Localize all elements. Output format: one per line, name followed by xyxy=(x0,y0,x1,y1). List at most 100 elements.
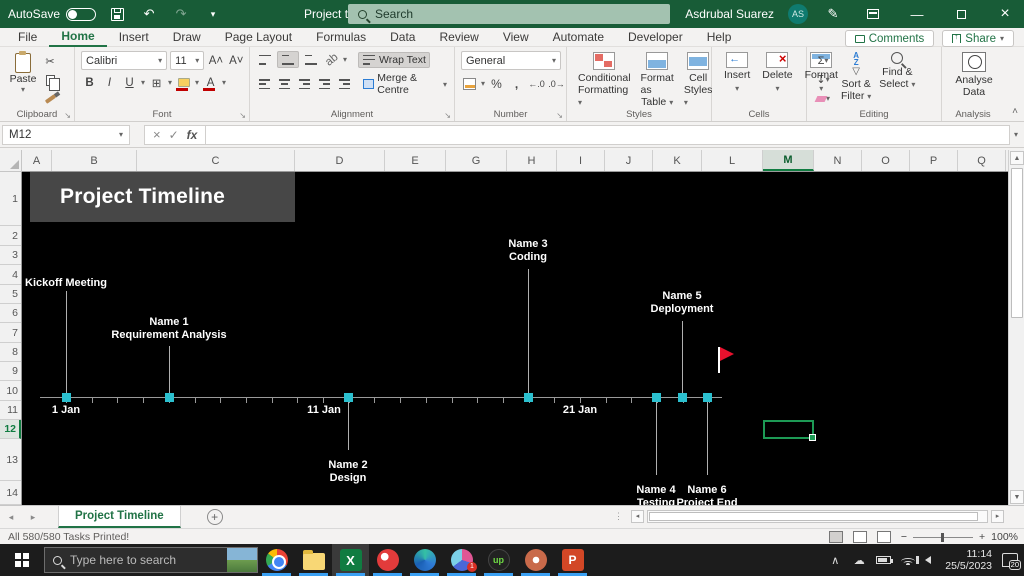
milestone-marker[interactable] xyxy=(62,393,71,402)
collapse-ribbon-icon[interactable]: ˄ xyxy=(1012,106,1018,117)
name-box[interactable]: M12 ▾ xyxy=(2,125,130,145)
column-header-N[interactable]: N xyxy=(814,150,862,171)
row-header-13[interactable]: 13 xyxy=(0,439,21,481)
row-header-6[interactable]: 6 xyxy=(0,304,21,323)
ribbon-tab-review[interactable]: Review xyxy=(427,28,490,46)
milestone-marker[interactable] xyxy=(678,393,687,402)
fill-color-button[interactable] xyxy=(175,74,192,91)
analyse-data-button[interactable]: Analyse Data xyxy=(948,51,1000,98)
grow-font-button[interactable]: A˄ xyxy=(207,52,224,69)
borders-button[interactable]: ⊞ xyxy=(148,74,165,91)
zoom-slider[interactable] xyxy=(913,537,973,538)
column-header-K[interactable]: K xyxy=(653,150,702,171)
align-bottom-button[interactable] xyxy=(302,51,320,68)
row-header-1[interactable]: 1 xyxy=(0,172,21,226)
underline-chevron-icon[interactable]: ▾ xyxy=(141,78,145,87)
ribbon-display-options-button[interactable] xyxy=(858,0,888,28)
sort-filter-button[interactable]: AZ▽ Sort & Filter ▾ xyxy=(837,52,875,103)
horizontal-scrollbar[interactable]: ⋮ ◂ ▸ xyxy=(614,509,1004,523)
ribbon-tab-data[interactable]: Data xyxy=(378,28,427,46)
font-size-combobox[interactable]: 11▾ xyxy=(170,51,204,70)
align-middle-button[interactable] xyxy=(277,51,299,68)
battery-icon[interactable] xyxy=(876,556,891,564)
row-header-10[interactable]: 10 xyxy=(0,381,21,401)
row-header-8[interactable]: 8 xyxy=(0,343,21,362)
taskbar-app-upwork[interactable]: up xyxy=(480,544,517,576)
user-name[interactable]: Asdrubal Suarez xyxy=(685,7,774,21)
pen-mode-icon[interactable]: ✎ xyxy=(822,3,844,25)
insert-cells-button[interactable]: Insert ▾ xyxy=(718,52,756,95)
dialog-launcher-icon[interactable]: ↘ xyxy=(239,111,246,120)
column-header-B[interactable]: B xyxy=(52,150,137,171)
sheet-nav-left-icon[interactable]: ◂ xyxy=(0,512,22,523)
onedrive-cloud-icon[interactable]: ☁ xyxy=(852,554,866,567)
row-header-12[interactable]: 12 xyxy=(0,420,21,439)
ribbon-tab-view[interactable]: View xyxy=(491,28,541,46)
font-color-chevron-icon[interactable]: ▾ xyxy=(222,78,226,87)
scrollbar-splitter[interactable]: ⋮ xyxy=(614,511,624,522)
ribbon-tab-formulas[interactable]: Formulas xyxy=(304,28,378,46)
taskbar-app-excel[interactable]: X xyxy=(332,544,369,576)
row-header-14[interactable]: 14 xyxy=(0,481,21,505)
align-top-button[interactable] xyxy=(256,51,274,68)
page-layout-view-button[interactable] xyxy=(853,531,867,543)
format-painter-button[interactable] xyxy=(40,90,60,107)
accounting-format-button[interactable] xyxy=(461,75,478,92)
merge-centre-button[interactable]: Merge & Centre ▾ xyxy=(360,71,450,97)
underline-button[interactable]: U xyxy=(121,74,138,91)
clear-button[interactable]: ▾ xyxy=(813,90,833,107)
scroll-down-icon[interactable]: ▼ xyxy=(1010,490,1024,504)
minimize-button[interactable]: — xyxy=(902,0,932,28)
undo-button[interactable]: ↶ xyxy=(138,3,160,25)
sheet-area[interactable]: Project Timeline 1 Jan11 Jan21 JanKickof… xyxy=(22,172,1008,505)
milestone-marker[interactable] xyxy=(524,393,533,402)
start-button[interactable] xyxy=(0,544,44,576)
wrap-text-button[interactable]: Wrap Text xyxy=(358,52,430,68)
font-color-button[interactable]: A xyxy=(202,74,219,91)
column-header-G[interactable]: G xyxy=(446,150,507,171)
shrink-font-button[interactable]: A˅ xyxy=(228,52,245,69)
ribbon-tab-page-layout[interactable]: Page Layout xyxy=(213,28,304,46)
copy-button[interactable] xyxy=(40,72,60,89)
new-sheet-button[interactable]: + xyxy=(207,509,223,525)
taskbar-app-chrome[interactable] xyxy=(258,544,295,576)
percent-style-button[interactable]: % xyxy=(488,75,505,92)
taskbar-search[interactable]: Type here to search xyxy=(44,547,258,573)
scroll-up-icon[interactable]: ▲ xyxy=(1010,151,1024,165)
redo-button[interactable]: ↷ xyxy=(170,3,192,25)
column-header-J[interactable]: J xyxy=(605,150,653,171)
taskbar-app-paint[interactable] xyxy=(517,544,554,576)
quick-access-chevron-icon[interactable] xyxy=(202,3,224,25)
zoom-slider-thumb[interactable] xyxy=(941,533,944,542)
number-format-combobox[interactable]: General▾ xyxy=(461,51,561,70)
enter-icon[interactable]: ✓ xyxy=(169,128,179,142)
sheet-nav-right-icon[interactable]: ▸ xyxy=(22,512,44,523)
avatar[interactable]: AS xyxy=(788,4,808,24)
autosum-button[interactable]: Σ ▾ xyxy=(813,52,833,69)
font-name-combobox[interactable]: Calibri▾ xyxy=(81,51,167,70)
ribbon-tab-automate[interactable]: Automate xyxy=(541,28,616,46)
milestone-marker[interactable] xyxy=(165,393,174,402)
delete-cells-button[interactable]: Delete ▾ xyxy=(756,52,798,95)
comma-style-button[interactable]: , xyxy=(508,75,525,92)
vertical-scroll-thumb[interactable] xyxy=(1011,168,1023,318)
vertical-scrollbar[interactable]: ▲ ▼ xyxy=(1008,150,1024,505)
restore-button[interactable] xyxy=(946,0,976,28)
sheet-tab-project-timeline[interactable]: Project Timeline xyxy=(58,506,181,528)
notification-center-icon[interactable]: 20 xyxy=(1002,553,1018,567)
align-right-button[interactable] xyxy=(296,76,313,93)
formula-input[interactable] xyxy=(206,125,1010,145)
normal-view-button[interactable] xyxy=(829,531,843,543)
orientation-button[interactable]: ab xyxy=(320,48,344,72)
find-select-button[interactable]: Find & Select ▾ xyxy=(875,52,919,91)
milestone-marker[interactable] xyxy=(652,393,661,402)
column-header-Q[interactable]: Q xyxy=(958,150,1006,171)
row-header-2[interactable]: 2 xyxy=(0,226,21,246)
milestone-marker[interactable] xyxy=(344,393,353,402)
column-header-O[interactable]: O xyxy=(862,150,910,171)
ribbon-tab-draw[interactable]: Draw xyxy=(161,28,213,46)
expand-formula-bar-icon[interactable]: ▾ xyxy=(1014,130,1018,139)
paste-button[interactable]: Paste ▾ xyxy=(6,51,40,107)
format-as-table-button[interactable]: Format as Table ▾ xyxy=(636,52,679,109)
search-box[interactable]: Search xyxy=(348,4,670,24)
